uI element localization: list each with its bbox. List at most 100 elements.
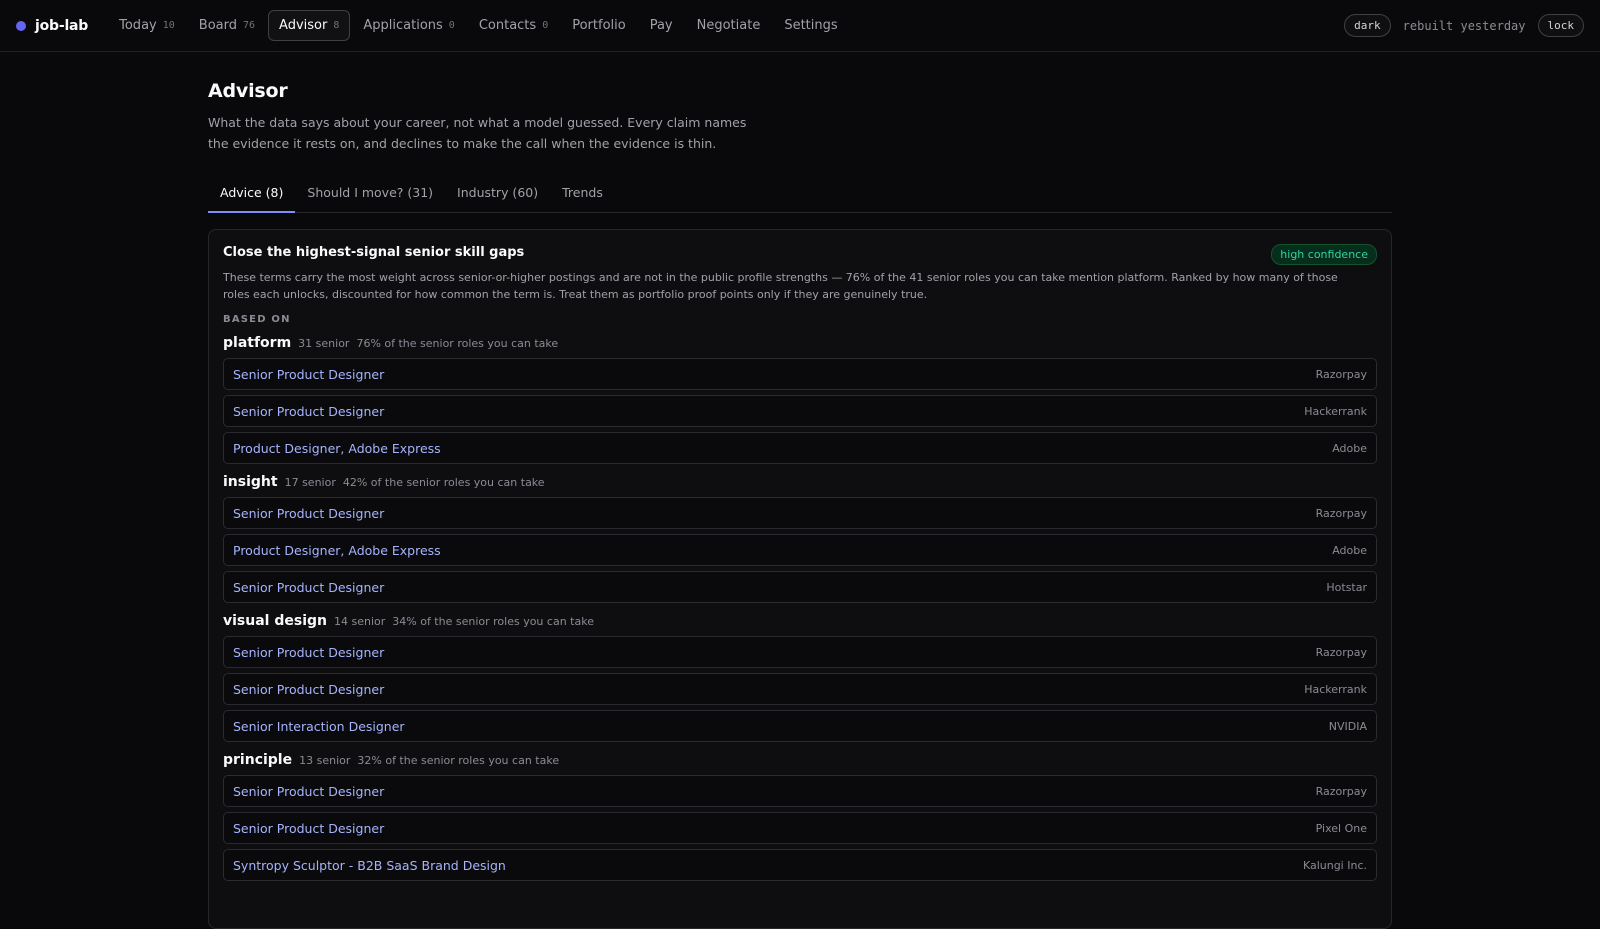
nav-item-today[interactable]: Today 10 — [108, 10, 186, 41]
role-row[interactable]: Senior Product Designer Hackerrank — [223, 395, 1377, 427]
role-row[interactable]: Senior Product Designer Pixel One — [223, 812, 1377, 844]
tab-should-i-move[interactable]: Should I move? (31) — [295, 180, 445, 213]
nav-item-label: Portfolio — [572, 18, 626, 33]
role-title-link[interactable]: Senior Interaction Designer — [233, 719, 405, 734]
main-nav: Today 10 Board 76 Advisor 8 Applications… — [108, 10, 849, 41]
skill-senior-count: 14 senior — [333, 615, 386, 628]
tab-trends[interactable]: Trends — [550, 180, 615, 213]
role-company: Kalungi Inc. — [1302, 858, 1367, 872]
role-company: Razorpay — [1315, 784, 1367, 798]
nav-item-label: Applications — [363, 18, 443, 33]
nav-item-label: Settings — [784, 18, 838, 33]
role-company: Razorpay — [1315, 367, 1367, 381]
tab-advice[interactable]: Advice (8) — [208, 180, 296, 213]
rebuilt-status: rebuilt yesterday — [1402, 18, 1526, 33]
brand-dot-icon — [16, 20, 26, 31]
nav-item-contacts[interactable]: Contacts 0 — [468, 10, 559, 41]
nav-item-board[interactable]: Board 76 — [188, 10, 266, 41]
main-content: Advisor What the data says about your ca… — [208, 52, 1392, 929]
role-title-link[interactable]: Product Designer, Adobe Express — [233, 543, 441, 558]
nav-item-count: 76 — [243, 20, 256, 31]
theme-toggle-button[interactable]: dark — [1344, 14, 1391, 37]
role-row[interactable]: Product Designer, Adobe Express Adobe — [223, 432, 1377, 464]
nav-item-label: Board — [198, 18, 237, 33]
advisor-tabs: Advice (8) Should I move? (31) Industry … — [208, 180, 1392, 213]
skill-group-header: principle 13 senior 32% of the senior ro… — [223, 752, 1377, 768]
role-company: Adobe — [1332, 543, 1367, 557]
skill-group-header: visual design 14 senior 34% of the senio… — [223, 613, 1377, 629]
role-title-link[interactable]: Senior Product Designer — [233, 821, 384, 836]
nav-item-count: 8 — [333, 20, 340, 31]
advice-card: Close the highest-signal senior skill ga… — [208, 229, 1392, 929]
role-row[interactable]: Senior Product Designer Razorpay — [223, 358, 1377, 390]
nav-item-advisor[interactable]: Advisor 8 — [268, 10, 351, 41]
skill-group-visual-design: visual design 14 senior 34% of the senio… — [223, 613, 1377, 742]
nav-item-applications[interactable]: Applications 0 — [352, 10, 465, 41]
advice-card-description: These terms carry the most weight across… — [223, 271, 1338, 301]
role-list: Senior Product Designer Razorpay Senior … — [223, 775, 1377, 881]
role-title-link[interactable]: Senior Product Designer — [233, 367, 384, 382]
role-title-link[interactable]: Senior Product Designer — [233, 645, 384, 660]
role-title-link[interactable]: Senior Product Designer — [233, 682, 384, 697]
nav-item-pay[interactable]: Pay — [639, 10, 684, 41]
role-company: Hackerrank — [1304, 404, 1367, 418]
role-row[interactable]: Senior Product Designer Razorpay — [223, 497, 1377, 529]
advice-card-title: Close the highest-signal senior skill ga… — [223, 245, 525, 260]
skill-group-platform: platform 31 senior 76% of the senior rol… — [223, 335, 1377, 464]
role-row[interactable]: Syntropy Sculptor - B2B SaaS Brand Desig… — [223, 849, 1377, 881]
skill-group-principle: principle 13 senior 32% of the senior ro… — [223, 752, 1377, 881]
nav-item-count: 10 — [162, 20, 175, 31]
confidence-badge: high confidence — [1271, 244, 1377, 265]
skill-group-header: insight 17 senior 42% of the senior role… — [223, 474, 1377, 490]
role-row[interactable]: Senior Interaction Designer NVIDIA — [223, 710, 1377, 742]
skill-share: 76% of the senior roles you can take — [356, 337, 559, 350]
role-company: NVIDIA — [1328, 719, 1367, 733]
role-row[interactable]: Senior Product Designer Razorpay — [223, 775, 1377, 807]
role-title-link[interactable]: Product Designer, Adobe Express — [233, 441, 441, 456]
nav-item-label: Contacts — [478, 18, 537, 33]
role-title-link[interactable]: Senior Product Designer — [233, 404, 384, 419]
skill-senior-count: 17 senior — [284, 476, 336, 489]
nav-item-label: Today — [119, 18, 157, 33]
nav-item-label: Pay — [649, 18, 673, 33]
nav-item-count: 0 — [448, 20, 455, 31]
nav-item-count: 0 — [542, 20, 549, 31]
role-company: Pixel One — [1315, 821, 1367, 835]
skill-term: platform — [223, 335, 292, 351]
role-title-link[interactable]: Syntropy Sculptor - B2B SaaS Brand Desig… — [233, 858, 506, 873]
skill-term: principle — [223, 752, 293, 768]
role-company: Adobe — [1332, 441, 1367, 455]
role-title-link[interactable]: Senior Product Designer — [233, 580, 384, 595]
nav-item-portfolio[interactable]: Portfolio — [561, 10, 636, 41]
role-row[interactable]: Senior Product Designer Hotstar — [223, 571, 1377, 603]
skill-senior-count: 31 senior — [298, 337, 350, 350]
role-company: Hotstar — [1326, 580, 1367, 594]
role-row[interactable]: Senior Product Designer Hackerrank — [223, 673, 1377, 705]
skill-share: 34% of the senior roles you can take — [392, 615, 594, 628]
lock-button[interactable]: lock — [1537, 14, 1584, 37]
role-row[interactable]: Product Designer, Adobe Express Adobe — [223, 534, 1377, 566]
role-title-link[interactable]: Senior Product Designer — [233, 784, 384, 799]
brand[interactable]: job-lab — [16, 18, 88, 34]
role-list: Senior Product Designer Razorpay Product… — [223, 497, 1377, 603]
skill-term: insight — [223, 474, 278, 490]
skill-share: 42% of the senior roles you can take — [342, 476, 545, 489]
role-list: Senior Product Designer Razorpay Senior … — [223, 636, 1377, 742]
topbar-actions: dark rebuilt yesterday lock — [1344, 14, 1584, 37]
tab-industry[interactable]: Industry (60) — [445, 180, 550, 213]
top-nav-bar: job-lab Today 10 Board 76 Advisor 8 Appl… — [0, 0, 1600, 52]
brand-name: job-lab — [35, 17, 89, 34]
nav-item-label: Negotiate — [696, 18, 761, 33]
role-row[interactable]: Senior Product Designer Razorpay — [223, 636, 1377, 668]
nav-item-negotiate[interactable]: Negotiate — [686, 10, 772, 41]
page-subtitle: What the data says about your career, no… — [208, 115, 747, 151]
nav-item-settings[interactable]: Settings — [773, 10, 848, 41]
nav-item-label: Advisor — [279, 18, 328, 33]
role-company: Razorpay — [1315, 645, 1367, 659]
skill-group-insight: insight 17 senior 42% of the senior role… — [223, 474, 1377, 603]
role-company: Hackerrank — [1304, 682, 1367, 696]
role-title-link[interactable]: Senior Product Designer — [233, 506, 384, 521]
based-on-label: BASED ON — [223, 314, 291, 325]
advice-card-header: Close the highest-signal senior skill ga… — [223, 244, 1377, 265]
skill-term: visual design — [223, 613, 327, 629]
